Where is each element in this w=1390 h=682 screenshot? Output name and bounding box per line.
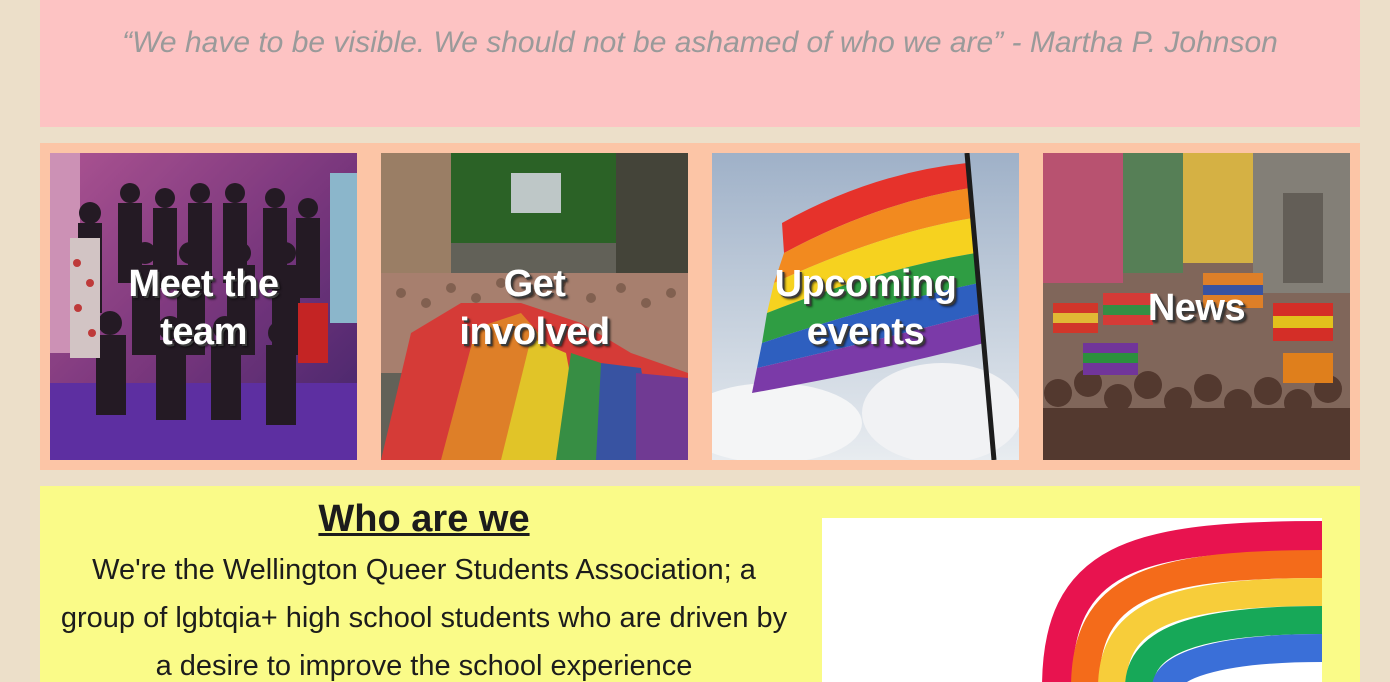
card-label-line: events: [806, 311, 925, 353]
upcoming-events-label: Upcoming events: [712, 260, 1019, 356]
about-title: Who are we: [318, 498, 530, 540]
navigation-cards: Meet the team Get involved Upcoming even…: [40, 143, 1360, 470]
news-card[interactable]: News: [1043, 153, 1350, 460]
card-label-line: team: [160, 311, 247, 353]
quote-banner: “We have to be visible. We should not be…: [40, 0, 1360, 127]
rainbow-icon: [1042, 521, 1322, 682]
get-involved-card[interactable]: Get involved: [381, 153, 688, 460]
news-label: News: [1043, 284, 1350, 332]
get-involved-label: Get involved: [381, 260, 688, 356]
quote-text: “We have to be visible. We should not be…: [122, 26, 1278, 59]
meet-the-team-card[interactable]: Meet the team: [50, 153, 357, 460]
about-section: Who are we We're the Wellington Queer St…: [40, 486, 1360, 682]
meet-the-team-label: Meet the team: [50, 260, 357, 356]
card-label-line: Upcoming: [774, 263, 957, 305]
rainbow-image: [822, 518, 1322, 682]
card-label-line: News: [1147, 287, 1246, 329]
upcoming-events-card[interactable]: Upcoming events: [712, 153, 1019, 460]
card-label-line: Meet the: [128, 263, 279, 305]
about-body: We're the Wellington Queer Students Asso…: [60, 554, 788, 682]
card-label-line: Get: [503, 263, 566, 305]
card-label-line: involved: [459, 311, 610, 353]
